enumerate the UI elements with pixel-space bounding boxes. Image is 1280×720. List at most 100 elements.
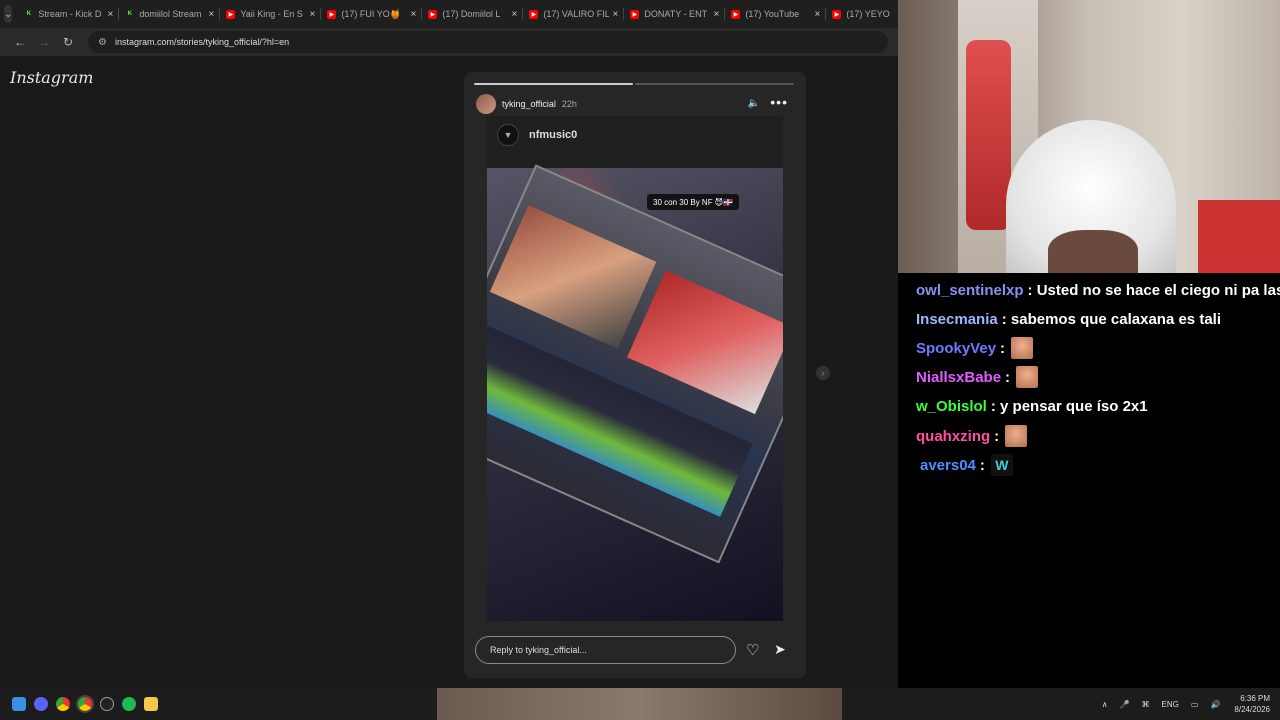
chat-username[interactable]: w_Obislol (916, 398, 987, 415)
browser-tab[interactable]: K Stream - Kick D × (18, 3, 120, 25)
chat-message: owl_sentinelxp: Usted no se hace el cieg… (916, 277, 1280, 303)
tab-title: DONATY - ENT (644, 9, 708, 19)
tab-close-icon[interactable]: × (310, 9, 316, 20)
file-explorer-icon[interactable] (144, 697, 158, 711)
tab-favicon-icon: ▶ (630, 9, 640, 19)
instagram-logo[interactable]: Instagram (10, 68, 93, 87)
windows-start-icon[interactable] (12, 697, 26, 711)
chat-username[interactable]: owl_sentinelxp (916, 282, 1024, 299)
tab-favicon-icon: ▶ (529, 9, 539, 19)
tab-favicon-icon: ▶ (327, 9, 337, 19)
back-arrow-icon[interactable]: ← (8, 35, 32, 49)
heart-icon[interactable]: ♡ (746, 641, 759, 659)
clock-date: 8/24/2026 (1234, 705, 1270, 714)
tab-close-icon[interactable]: × (815, 9, 821, 20)
chat-message: quahxzing: (916, 423, 1028, 449)
instagram-page: Instagram tyking_official 22h 🔈 ••• ▼ nf… (0, 56, 900, 688)
tab-favicon-icon: K (127, 11, 133, 17)
site-settings-icon[interactable]: ⚙ (98, 37, 107, 48)
chat-text: : (1005, 368, 1011, 386)
display-icon[interactable]: ▭ (1191, 700, 1199, 709)
next-story-icon[interactable]: › (816, 366, 830, 380)
tab-search-chevron-icon[interactable]: ⌄ (4, 5, 13, 23)
taskbar-thumbnail (437, 688, 842, 720)
tab-close-icon[interactable]: × (714, 9, 720, 20)
mic-icon[interactable]: 🎤 (1120, 700, 1130, 709)
chat-text: : (994, 427, 1000, 445)
browser-tab[interactable]: ▶ (17) Domiilol L × (422, 3, 524, 25)
volume-icon[interactable]: 🔊 (1210, 700, 1220, 709)
clock[interactable]: 6:36 PM 8/24/2026 (1234, 693, 1270, 715)
browser-tab-bar: ⌄ K Stream - Kick D × Kdomiilol Stream × ▶ Yai… (0, 0, 928, 28)
network-icon[interactable]: ⌘ (1142, 700, 1150, 709)
reload-icon[interactable]: ↻ (56, 35, 80, 49)
monitor-image (487, 164, 783, 564)
webcam-bed (1198, 200, 1280, 273)
tab-close-icon[interactable]: × (209, 9, 215, 20)
browser-tab[interactable]: ▶ DONATY - ENT × (624, 3, 726, 25)
chat-username[interactable]: quahxzing (916, 428, 990, 445)
chat-username[interactable]: SpookyVey (916, 340, 996, 357)
browser-tab[interactable]: ▶ (17) VALIRO FIL × (523, 3, 625, 25)
face-emote-icon (1016, 366, 1039, 388)
chat-message: Insecmania: sabemos que calaxana es tali (916, 306, 1221, 332)
tab-title: Yaii King - En S (240, 9, 303, 19)
tab-close-icon[interactable]: × (613, 9, 619, 20)
story-header: tyking_official 22h 🔈 ••• (476, 94, 796, 114)
chat-username[interactable]: avers04 (920, 457, 976, 474)
tab-close-icon[interactable]: × (411, 9, 417, 20)
browser-tab[interactable]: ▶ Yaii King - En S × (220, 3, 322, 25)
obs-icon[interactable] (100, 697, 114, 711)
tab-title: (17) YouTube (745, 9, 800, 19)
browser-toolbar: ← → ↻ ⚙ instagram.com/stories/tyking_off… (0, 28, 900, 56)
avatar[interactable] (476, 94, 496, 114)
story-progress (474, 83, 794, 85)
chat-message: avers04: W (920, 452, 1013, 478)
tab-favicon-icon: ▶ (226, 9, 236, 19)
spotify-icon[interactable] (122, 697, 136, 711)
browser-tab[interactable]: ▶ (17) YouTube × (725, 3, 827, 25)
chat-text: : (1000, 339, 1006, 357)
story-viewer: tyking_official 22h 🔈 ••• ▼ nfmusic0 30 … (464, 72, 806, 678)
progress-segment (474, 83, 633, 85)
face-emote-icon (1011, 337, 1034, 359)
chat-text: : Usted no se hace el ciego ni pa las (1027, 281, 1280, 299)
chat-message: w_Obislol: y pensar que íso 2x1 (916, 393, 1148, 419)
chevron-up-icon[interactable]: ∧ (1102, 700, 1108, 709)
mute-icon[interactable]: 🔈 (748, 98, 760, 109)
discord-icon[interactable] (34, 697, 48, 711)
video-pane (627, 270, 783, 415)
webcam-overlay (898, 0, 1280, 273)
forward-arrow-icon[interactable]: → (32, 35, 56, 49)
shared-post-header: ▼ nfmusic0 (497, 124, 577, 146)
tab-favicon-icon: ▶ (731, 9, 741, 19)
send-icon[interactable]: ➤ (774, 641, 786, 658)
chrome-icon[interactable] (56, 697, 70, 711)
story-media[interactable]: ▼ nfmusic0 30 con 30 By NF 😈🇩🇴 (487, 116, 783, 621)
chrome-active-icon[interactable] (76, 695, 94, 713)
language-indicator[interactable]: ENG (1162, 700, 1179, 709)
address-bar[interactable]: ⚙ instagram.com/stories/tyking_official/… (88, 31, 888, 53)
chat-username[interactable]: Insecmania (916, 311, 998, 328)
face-emote-icon (1005, 425, 1028, 447)
chat-username[interactable]: NiallsxBabe (916, 369, 1001, 386)
tab-close-icon[interactable]: × (108, 9, 114, 20)
taskbar: ∧ 🎤 ⌘ ENG ▭ 🔊 6:36 PM 8/24/2026 (0, 688, 1280, 720)
system-tray: ∧ 🎤 ⌘ ENG ▭ 🔊 6:36 PM 8/24/2026 (1090, 688, 1270, 720)
tab-favicon-icon: ▶ (428, 9, 438, 19)
more-options-icon[interactable]: ••• (770, 94, 788, 110)
chat-text: : y pensar que íso 2x1 (990, 397, 1148, 415)
browser-tab[interactable]: Kdomiilol Stream × (119, 3, 221, 25)
screen: ⌄ K Stream - Kick D × Kdomiilol Stream × ▶ Yai… (0, 0, 1280, 720)
browser-tab[interactable]: ▶ (17) FUI YO🍯 × (321, 3, 423, 25)
reply-input[interactable]: Reply to tyking_official... (475, 636, 736, 664)
story-photo: 30 con 30 By NF 😈🇩🇴 (487, 164, 783, 621)
w-emote-icon: W (990, 454, 1013, 476)
chat-text: : sabemos que calaxana es tali (1001, 310, 1221, 328)
story-caption: 30 con 30 By NF 😈🇩🇴 (647, 194, 740, 210)
story-username[interactable]: tyking_official (502, 99, 556, 109)
tab-list: K Stream - Kick D × Kdomiilol Stream × ▶ Yaii … (18, 3, 928, 25)
shared-account-name: nfmusic0 (529, 129, 578, 141)
chat-message: NiallsxBabe: (916, 364, 1039, 390)
tab-close-icon[interactable]: × (512, 9, 518, 20)
